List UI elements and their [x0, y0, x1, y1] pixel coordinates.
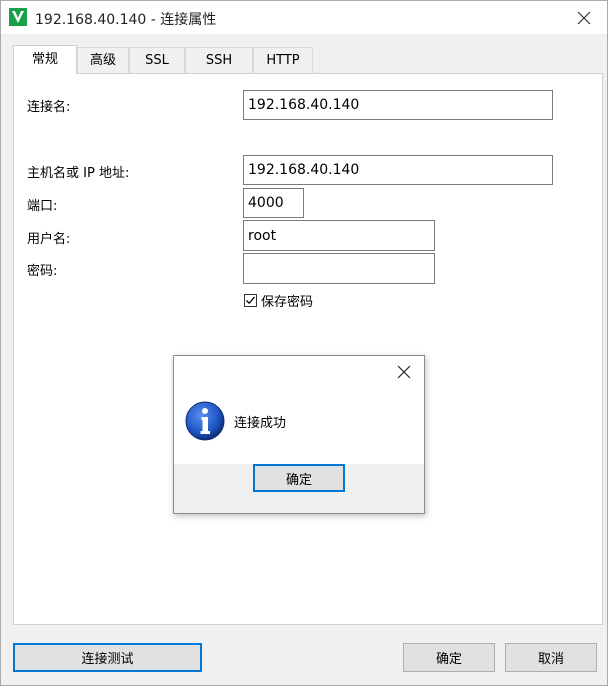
dialog-message: 连接成功 — [234, 416, 287, 431]
dialog-body: 连接成功 — [174, 388, 424, 464]
cancel-button[interactable]: 取消 — [505, 643, 597, 672]
password-label: 密码: — [27, 264, 58, 279]
password-input[interactable] — [243, 253, 435, 284]
checkbox-checked-icon — [244, 294, 257, 307]
tab-bar: 常规 高级 SSL SSH HTTP — [13, 45, 603, 74]
port-input[interactable] — [243, 188, 304, 218]
save-password-label: 保存密码 — [261, 295, 314, 310]
general-tab-panel: 连接名: 主机名或 IP 地址: 端口: 用户名: 密码: 保存密码 — [13, 73, 603, 625]
connection-properties-window: 192.168.40.140 - 连接属性 常规 高级 SSL SSH HTTP… — [0, 0, 608, 686]
connection-name-label: 连接名: — [27, 100, 71, 115]
tab-http[interactable]: HTTP — [253, 47, 313, 73]
test-connection-button[interactable]: 连接测试 — [13, 643, 202, 672]
navicat-icon — [9, 8, 27, 26]
close-icon[interactable] — [569, 4, 599, 32]
tab-ssh[interactable]: SSH — [185, 47, 253, 73]
tab-advanced[interactable]: 高级 — [77, 47, 129, 73]
host-label: 主机名或 IP 地址: — [27, 166, 130, 181]
ok-button[interactable]: 确定 — [403, 643, 495, 672]
close-icon[interactable] — [390, 359, 418, 385]
port-label: 端口: — [27, 199, 58, 214]
tab-general[interactable]: 常规 — [13, 45, 77, 74]
connection-name-input[interactable] — [243, 90, 553, 120]
title-bar[interactable]: 192.168.40.140 - 连接属性 — [1, 1, 607, 34]
info-icon — [184, 400, 226, 442]
tab-ssl[interactable]: SSL — [129, 47, 185, 73]
username-input[interactable] — [243, 220, 435, 251]
host-input[interactable] — [243, 155, 553, 185]
save-password-checkbox[interactable]: 保存密码 — [244, 291, 313, 310]
dialog-ok-button[interactable]: 确定 — [253, 464, 345, 492]
window-title: 192.168.40.140 - 连接属性 — [35, 12, 217, 28]
dialog-title-bar[interactable] — [174, 356, 424, 388]
username-label: 用户名: — [27, 232, 71, 247]
connection-success-dialog: 连接成功 确定 — [173, 355, 425, 514]
